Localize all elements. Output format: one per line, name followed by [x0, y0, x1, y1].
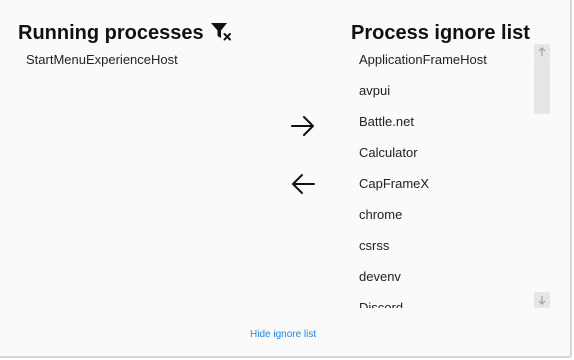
arrow-right-icon: [291, 116, 314, 136]
process-ignore-list-title: Process ignore list: [351, 22, 530, 44]
list-item[interactable]: chrome: [352, 199, 532, 230]
list-item[interactable]: Discord: [352, 292, 532, 308]
list-item[interactable]: csrss: [352, 230, 532, 261]
list-item[interactable]: Battle.net: [352, 106, 532, 137]
hide-ignore-list-link[interactable]: Hide ignore list: [250, 329, 316, 340]
remove-from-ignore-list-button[interactable]: [290, 173, 316, 195]
list-item[interactable]: avpui: [352, 75, 532, 106]
ignore-process-list: ApplicationFrameHost avpui Battle.net Ca…: [352, 44, 532, 308]
list-item[interactable]: devenv: [352, 261, 532, 292]
list-item[interactable]: Calculator: [352, 137, 532, 168]
ignore-list-scrollbar[interactable]: [534, 44, 550, 308]
running-processes-title: Running processes: [18, 22, 204, 44]
arrow-left-icon: [292, 174, 315, 194]
scroll-down-button[interactable]: [534, 292, 550, 308]
scroll-up-button[interactable]: [534, 44, 550, 60]
list-item[interactable]: ApplicationFrameHost: [352, 44, 532, 75]
filter-clear-icon[interactable]: [210, 22, 232, 42]
scroll-thumb[interactable]: [534, 60, 550, 114]
running-process-list: StartMenuExperienceHost: [26, 52, 256, 307]
chevron-up-icon: [538, 47, 546, 56]
list-item[interactable]: CapFrameX: [352, 168, 532, 199]
ignore-list-viewport: ApplicationFrameHost avpui Battle.net Ca…: [352, 44, 532, 308]
process-panel: Running processes StartMenuExperienceHos…: [0, 0, 572, 358]
move-to-ignore-list-button[interactable]: [290, 115, 316, 137]
chevron-down-icon: [538, 296, 546, 305]
list-item[interactable]: StartMenuExperienceHost: [26, 52, 256, 72]
